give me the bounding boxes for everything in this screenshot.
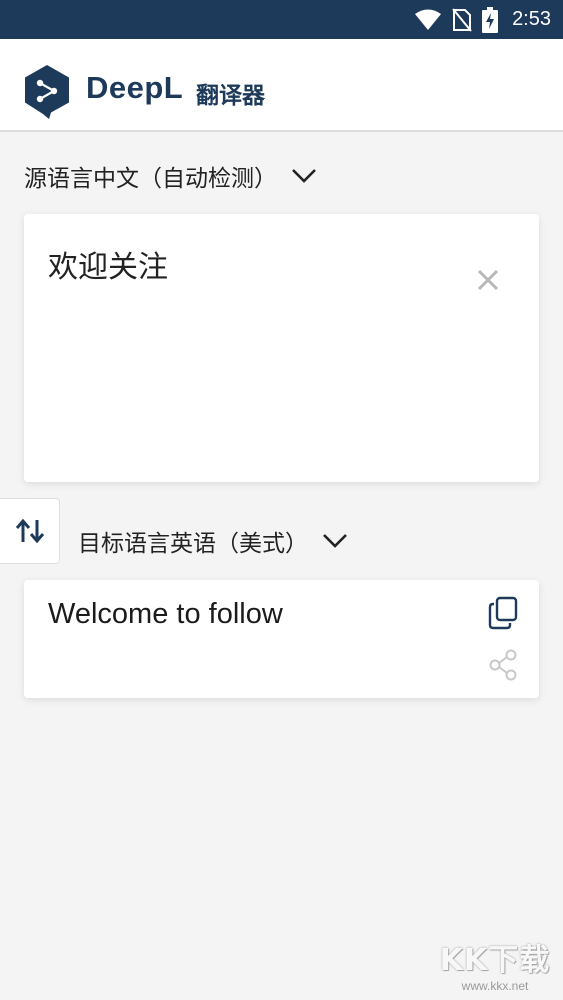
source-text-input[interactable]: 欢迎关注 [48,242,168,286]
chevron-down-icon [323,534,347,548]
copy-icon[interactable] [487,596,519,630]
swap-languages-button[interactable] [0,498,60,564]
source-language-label: 源语言中文（自动检测） [24,166,277,192]
translation-result-card: Welcome to follow [24,580,539,698]
no-sim-icon [452,7,472,32]
swap-vertical-icon [15,518,44,544]
share-icon[interactable] [487,648,519,682]
app-header: DeepL 翻译器 [0,39,563,132]
close-icon [477,269,499,291]
battery-charging-icon [482,6,499,33]
watermark: KK下载 www.kkx.net [435,944,555,994]
watermark-url: www.kkx.net [461,979,529,993]
status-bar: 2:53 [0,0,563,39]
target-language-selector[interactable]: 目标语言英语（美式） [78,523,348,559]
source-language-selector[interactable]: 源语言中文（自动检测） [24,158,317,194]
source-text-card[interactable]: 欢迎关注 [24,214,539,482]
brand-subtitle: 翻译器 [196,83,265,109]
watermark-logo: KK下载 [439,943,551,978]
clear-button[interactable] [472,264,504,296]
target-language-label: 目标语言英语（美式） [78,531,308,557]
wifi-icon [415,9,442,30]
deepl-logo-icon [25,65,69,119]
status-time: 2:53 [512,8,551,30]
translation-text: Welcome to follow [48,598,283,630]
chevron-down-icon [292,169,316,183]
status-icons: 2:53 [414,0,551,39]
brand-name: DeepL [86,70,184,105]
